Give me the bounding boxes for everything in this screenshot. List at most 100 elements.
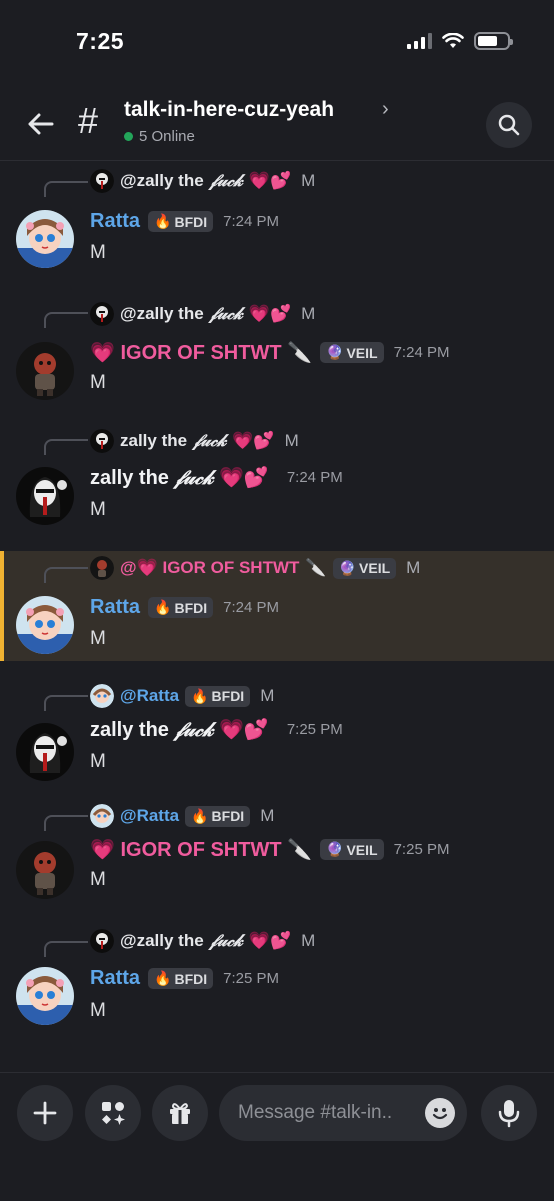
message-text: M: [90, 628, 106, 649]
mention-bar: [0, 551, 4, 661]
crystal-ball-icon: 🔮: [338, 559, 357, 576]
fire-icon: 🔥: [154, 213, 172, 229]
server-tag[interactable]: 🔥 BFDI: [148, 968, 214, 989]
wifi-icon: [442, 33, 464, 48]
status-bar: 7:25: [0, 0, 554, 80]
reply-preview[interactable]: @Ratta 🔥 BFDI M: [90, 684, 274, 708]
fire-icon: 🔥: [191, 807, 209, 824]
reply-preview[interactable]: @💗 IGOR OF SHTWT 🔪 🔮 VEIL M: [90, 556, 420, 580]
message-header: 💗 IGOR OF SHTWT 🔪 🔮 VEIL 7:25 PM: [90, 837, 449, 862]
reply-connector: [44, 941, 88, 957]
author-name[interactable]: Ratta: [90, 210, 140, 233]
ratta-avatar[interactable]: [16, 967, 74, 1025]
apps-icon: [102, 1102, 125, 1125]
microphone-icon: [498, 1100, 520, 1128]
search-button[interactable]: [486, 102, 532, 148]
apps-button[interactable]: [85, 1085, 141, 1141]
gift-button[interactable]: [152, 1085, 208, 1141]
zally-mini-avatar: [90, 929, 114, 953]
igor-avatar[interactable]: [16, 342, 74, 400]
author-name[interactable]: zally the 𝒻𝓊𝒸𝓀 💗💕: [90, 717, 269, 742]
message-text: M: [90, 499, 106, 520]
ratta-mini-avatar: [90, 804, 114, 828]
zally-mini-avatar: [90, 302, 114, 326]
message-item[interactable]: zally the 𝒻𝓊𝒸𝓀 💗💕 M zally the 𝒻𝓊𝒸𝓀 💗💕 7:…: [0, 425, 554, 540]
status-time: 7:25: [76, 28, 125, 54]
fire-icon: 🔥: [191, 687, 209, 704]
author-name[interactable]: 💗 IGOR OF SHTWT 🔪: [90, 340, 312, 365]
message-input[interactable]: Message #talk-in..: [219, 1085, 467, 1141]
message-item[interactable]: @Ratta 🔥 BFDI M 💗 IGOR OF SHTWT 🔪 🔮 VEIL 7…: [0, 799, 554, 914]
reply-connector: [44, 181, 88, 197]
reply-preview[interactable]: @zally the 𝒻𝓊𝒸𝓀 💗💕 M: [90, 929, 315, 953]
zally-avatar[interactable]: [16, 467, 74, 525]
zally-mini-avatar: [90, 429, 114, 453]
message-header: Ratta 🔥 BFDI 7:24 PM: [90, 210, 279, 233]
server-tag[interactable]: 🔮 VEIL: [320, 839, 384, 860]
timestamp: 7:24 PM: [223, 599, 279, 616]
message-item[interactable]: @zally the 𝒻𝓊𝒸𝓀 💗💕 M Ratta 🔥 BFDI 7:24 PM…: [0, 165, 554, 280]
reply-preview[interactable]: @zally the 𝒻𝓊𝒸𝓀 💗💕 M: [90, 302, 315, 326]
message-item[interactable]: @zally the 𝒻𝓊𝒸𝓀 💗💕 M 💗 IGOR OF SHTWT 🔪 🔮…: [0, 296, 554, 411]
server-tag: 🔮 VEIL: [332, 557, 397, 579]
reply-connector: [44, 312, 88, 328]
server-tag[interactable]: 🔥 BFDI: [148, 211, 214, 232]
server-tag: 🔥 BFDI: [185, 685, 251, 707]
message-composer: Message #talk-in..: [0, 1072, 554, 1201]
smiley-icon: [432, 1108, 448, 1120]
message-input-placeholder: Message #talk-in..: [238, 1102, 393, 1123]
message-text: M: [90, 869, 106, 890]
gift-icon: [170, 1103, 190, 1124]
server-tag[interactable]: 🔥 BFDI: [148, 597, 214, 618]
ratta-avatar[interactable]: [16, 210, 74, 268]
knife-icon: 🔪: [287, 342, 313, 364]
mention-highlighted-message[interactable]: @💗 IGOR OF SHTWT 🔪 🔮 VEIL M Ratta 🔥 BFDI 7…: [0, 551, 554, 661]
message-item[interactable]: @zally the 𝒻𝓊𝒸𝓀 💗💕 M Ratta 🔥 BFDI 7:25 PM…: [0, 925, 554, 1040]
author-name[interactable]: Ratta: [90, 596, 140, 619]
message-text: M: [90, 372, 106, 393]
message-item[interactable]: @Ratta 🔥 BFDI M zally the 𝒻𝓊𝒸𝓀 💗💕 7:25 PM…: [0, 679, 554, 794]
reply-preview[interactable]: @Ratta 🔥 BFDI M: [90, 804, 274, 828]
voice-message-button[interactable]: [481, 1085, 537, 1141]
message-text: M: [90, 1000, 106, 1021]
message-header: zally the 𝒻𝓊𝒸𝓀 💗💕 7:24 PM: [90, 465, 343, 490]
server-tag[interactable]: 🔮 VEIL: [320, 342, 384, 363]
crystal-ball-icon: 🔮: [326, 841, 344, 857]
zally-mini-avatar: [90, 169, 114, 193]
server-tag: 🔥 BFDI: [185, 805, 251, 827]
igor-avatar[interactable]: [16, 841, 74, 899]
reply-preview[interactable]: zally the 𝒻𝓊𝒸𝓀 💗💕 M: [90, 429, 299, 453]
channel-name[interactable]: talk-in-here-cuz-yeah: [124, 98, 334, 122]
online-count: 5 Online: [124, 128, 195, 145]
igor-mini-avatar: [90, 556, 114, 580]
fire-icon: 🔥: [154, 970, 172, 986]
author-name[interactable]: zally the 𝒻𝓊𝒸𝓀 💗💕: [90, 465, 269, 490]
emoji-button[interactable]: [425, 1098, 455, 1128]
ratta-avatar[interactable]: [16, 596, 74, 654]
author-name[interactable]: Ratta: [90, 967, 140, 990]
knife-icon: 🔪: [305, 558, 327, 577]
cellular-signal-icon: [407, 33, 432, 49]
reply-connector: [44, 439, 88, 455]
reply-connector: [44, 815, 88, 831]
channel-hash-icon: #: [78, 100, 99, 141]
back-arrow-icon: [28, 113, 54, 135]
chevron-right-icon[interactable]: ›: [382, 98, 389, 121]
back-button[interactable]: [22, 106, 58, 142]
zally-avatar[interactable]: [16, 723, 74, 781]
add-attachment-button[interactable]: [17, 1085, 73, 1141]
online-count-label: 5 Online: [139, 128, 195, 145]
ratta-mini-avatar: [90, 684, 114, 708]
reply-preview[interactable]: @zally the 𝒻𝓊𝒸𝓀 💗💕 M: [90, 169, 315, 193]
status-icons: [407, 32, 513, 50]
timestamp: 7:24 PM: [286, 469, 343, 486]
channel-header: # talk-in-here-cuz-yeah › 5 Online: [0, 88, 554, 161]
author-name[interactable]: 💗 IGOR OF SHTWT 🔪: [90, 837, 312, 862]
knife-icon: 🔪: [287, 839, 313, 861]
plus-icon: [33, 1101, 57, 1125]
reply-connector: [44, 695, 88, 711]
timestamp: 7:24 PM: [223, 213, 279, 230]
online-dot-icon: [124, 132, 133, 141]
message-header: 💗 IGOR OF SHTWT 🔪 🔮 VEIL 7:24 PM: [90, 340, 449, 365]
crystal-ball-icon: 🔮: [326, 344, 344, 360]
